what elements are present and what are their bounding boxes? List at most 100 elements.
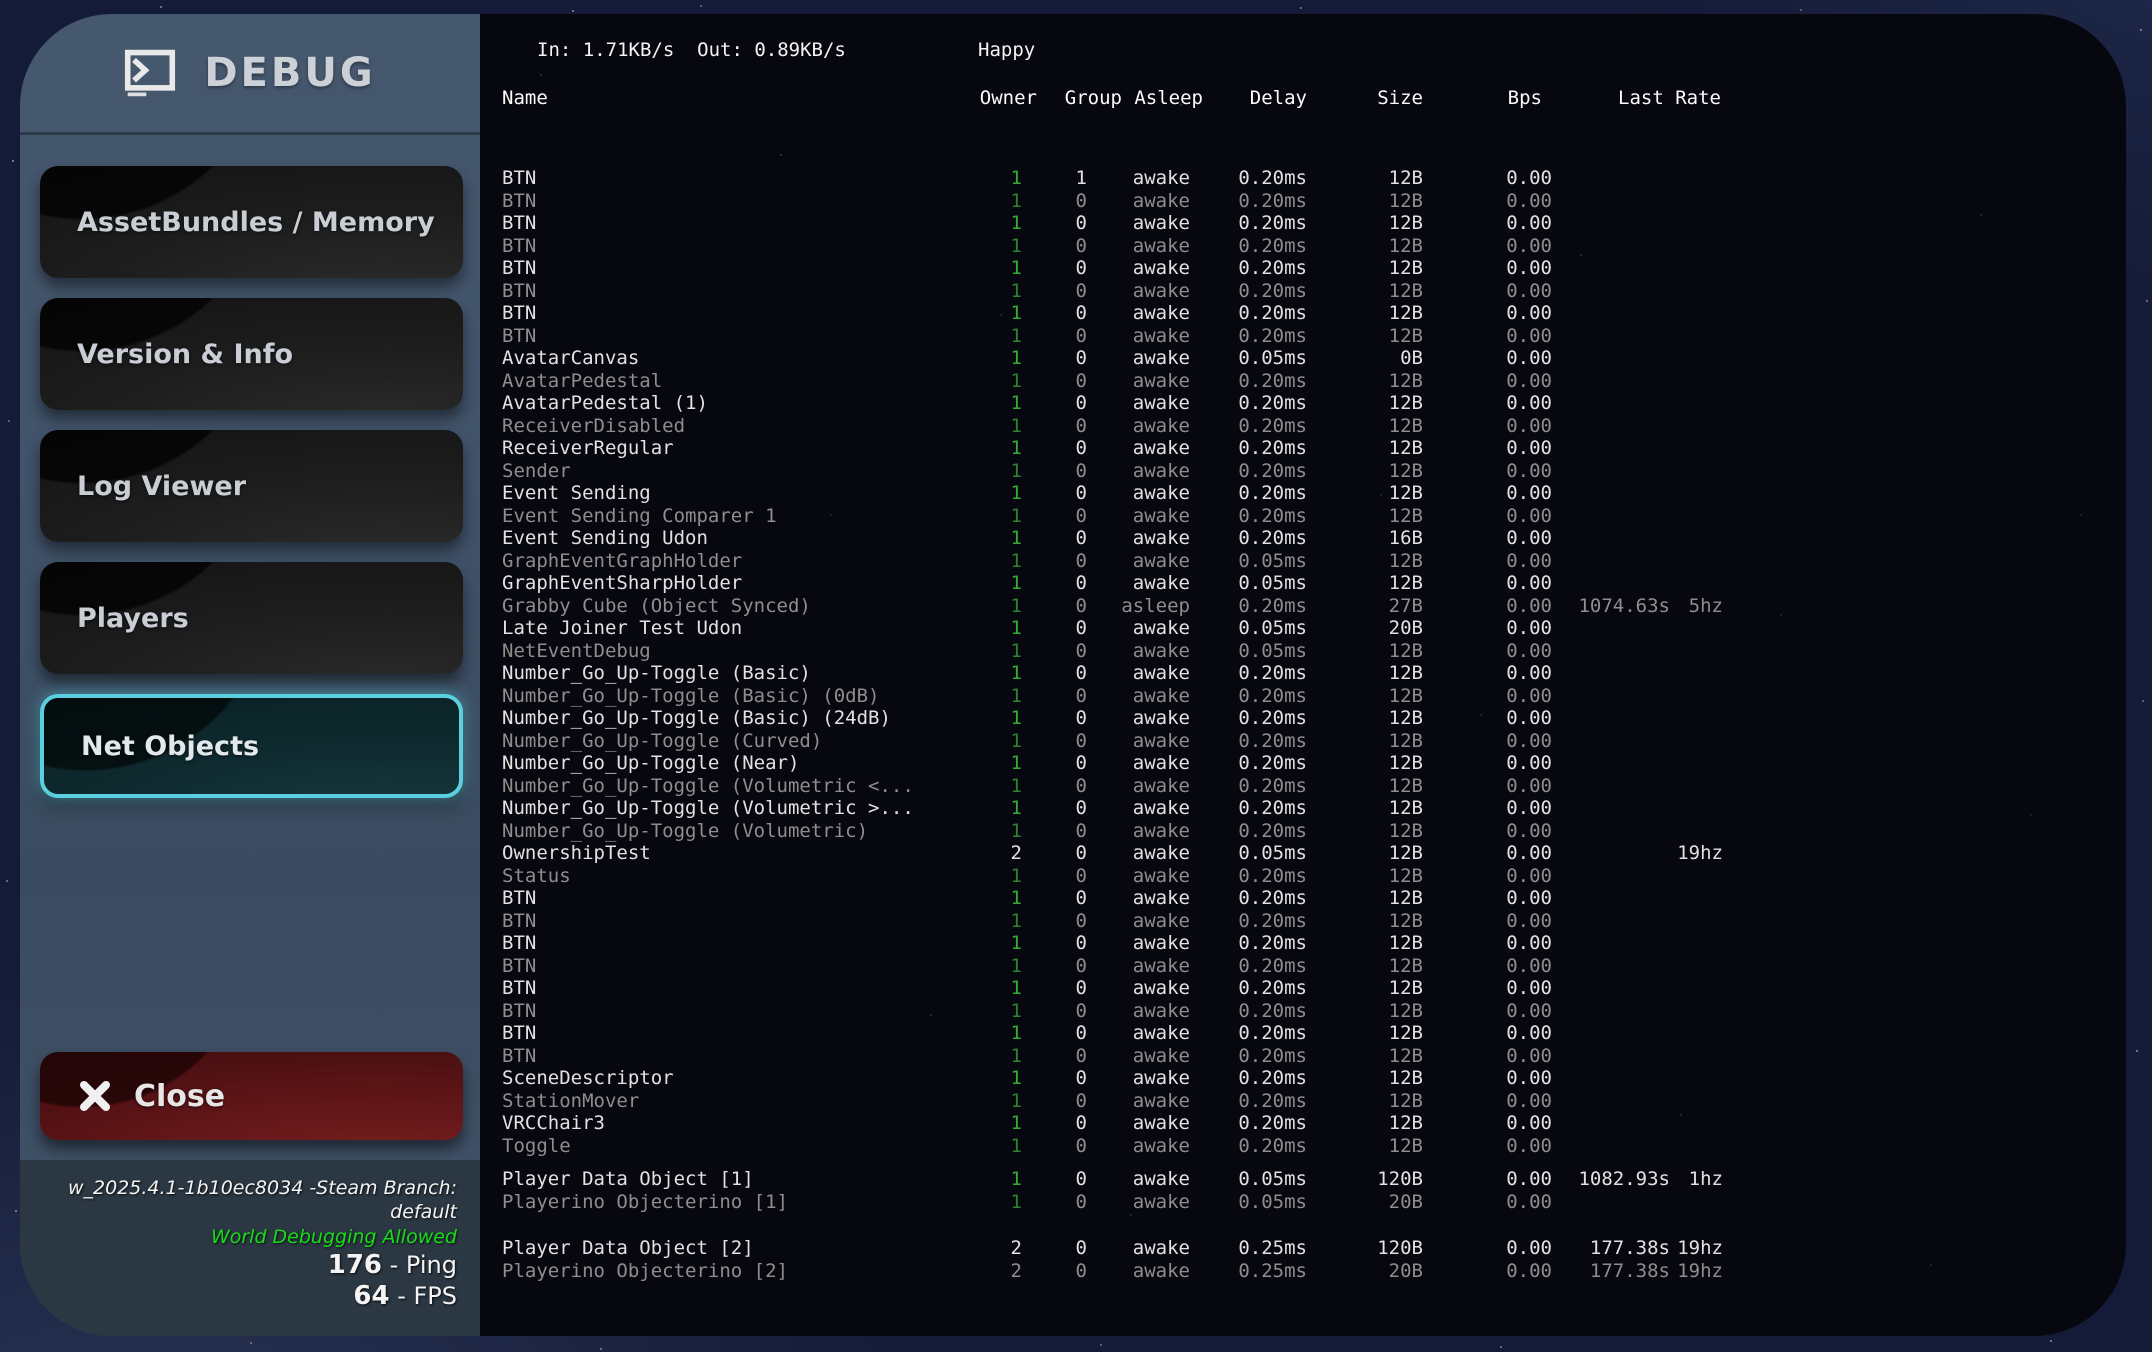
cell-name: BTN [502, 1000, 960, 1023]
sidebar-footer: w_2025.4.1-1b10ec8034 -Steam Branch: def… [20, 1160, 480, 1336]
cell-owner: 1 [960, 325, 1022, 348]
cell-delay: 0.20ms [1190, 752, 1307, 775]
cell-group: 0 [1022, 640, 1087, 663]
build-version-line1: w_2025.4.1-1b10ec8034 -Steam Branch: [20, 1176, 457, 1200]
cell-owner: 1 [960, 1168, 1022, 1191]
cell-bps: 0.00 [1423, 235, 1552, 258]
cell-owner: 1 [960, 775, 1022, 798]
cell-size: 12B [1307, 212, 1423, 235]
cell-bps: 0.00 [1423, 955, 1552, 978]
cell-asleep: awake [1087, 707, 1190, 730]
sidebar-item-log-viewer[interactable]: Log Viewer [40, 430, 463, 542]
cell-delay: 0.20ms [1190, 325, 1307, 348]
cell-name: VRCChair3 [502, 1112, 960, 1135]
cell-size: 12B [1307, 707, 1423, 730]
cell-name: Status [502, 865, 960, 888]
cell-name: SceneDescriptor [502, 1067, 960, 1090]
cell-owner: 2 [960, 1237, 1022, 1260]
cell-size: 12B [1307, 460, 1423, 483]
cell-last [1552, 865, 1670, 888]
table-row: Number_Go_Up-Toggle (Basic) (24dB)10awak… [502, 707, 1723, 730]
cell-bps: 0.00 [1423, 302, 1552, 325]
cell-owner: 1 [960, 865, 1022, 888]
sidebar-item-assetbundles-memory[interactable]: AssetBundles / Memory [40, 166, 463, 278]
cell-bps: 0.00 [1423, 460, 1552, 483]
cell-bps: 0.00 [1423, 1045, 1552, 1068]
cell-rate [1670, 932, 1723, 955]
cell-delay: 0.20ms [1190, 415, 1307, 438]
cell-size: 12B [1307, 955, 1423, 978]
cell-last: 177.38s [1552, 1260, 1670, 1283]
table-row: ReceiverRegular10awake0.20ms12B0.00 [502, 437, 1723, 460]
cell-name: BTN [502, 302, 960, 325]
cell-name: BTN [502, 190, 960, 213]
cell-last [1552, 775, 1670, 798]
cell-group: 0 [1022, 550, 1087, 573]
cell-owner: 1 [960, 887, 1022, 910]
cell-asleep: awake [1087, 1237, 1190, 1260]
cell-owner: 1 [960, 257, 1022, 280]
cell-owner: 1 [960, 505, 1022, 528]
cell-last [1552, 685, 1670, 708]
cell-owner: 1 [960, 235, 1022, 258]
cell-name: Number_Go_Up-Toggle (Basic) [502, 662, 960, 685]
cell-asleep: awake [1087, 212, 1190, 235]
cell-delay: 0.20ms [1190, 280, 1307, 303]
cell-owner: 1 [960, 415, 1022, 438]
sidebar-item-players[interactable]: Players [40, 562, 463, 674]
cell-rate [1670, 370, 1723, 393]
cell-owner: 1 [960, 1022, 1022, 1045]
cell-group: 0 [1022, 415, 1087, 438]
cell-group: 0 [1022, 595, 1087, 618]
cell-group: 0 [1022, 437, 1087, 460]
cell-last [1552, 887, 1670, 910]
table-row: Number_Go_Up-Toggle (Volumetric >...10aw… [502, 797, 1723, 820]
cell-last [1552, 617, 1670, 640]
cell-rate [1670, 302, 1723, 325]
cell-rate [1670, 212, 1723, 235]
sidebar: DEBUG AssetBundles / MemoryVersion & Inf… [20, 14, 480, 1336]
cell-asleep: awake [1087, 325, 1190, 348]
cell-size: 12B [1307, 1135, 1423, 1158]
cell-asleep: awake [1087, 1045, 1190, 1068]
cell-bps: 0.00 [1423, 280, 1552, 303]
close-button[interactable]: Close [40, 1052, 463, 1140]
cell-bps: 0.00 [1423, 595, 1552, 618]
cell-owner: 1 [960, 797, 1022, 820]
cell-size: 12B [1307, 977, 1423, 1000]
cell-delay: 0.20ms [1190, 257, 1307, 280]
cell-name: Sender [502, 460, 960, 483]
cell-last [1552, 797, 1670, 820]
cell-rate [1670, 977, 1723, 1000]
table-row: BTN10awake0.20ms12B0.00 [502, 235, 1723, 258]
cell-size: 27B [1307, 595, 1423, 618]
cell-group: 0 [1022, 302, 1087, 325]
cell-last [1552, 1067, 1670, 1090]
table-row: BTN11awake0.20ms12B0.00 [502, 167, 1723, 190]
cell-size: 12B [1307, 932, 1423, 955]
cell-size: 12B [1307, 887, 1423, 910]
cell-name: BTN [502, 932, 960, 955]
sidebar-item-version-info[interactable]: Version & Info [40, 298, 463, 410]
cell-bps: 0.00 [1423, 887, 1552, 910]
cell-size: 12B [1307, 1045, 1423, 1068]
table-row: Event Sending Udon10awake0.20ms16B0.00 [502, 527, 1723, 550]
table-row: AvatarPedestal10awake0.20ms12B0.00 [502, 370, 1723, 393]
cell-name: Event Sending [502, 482, 960, 505]
sidebar-item-net-objects[interactable]: Net Objects [40, 694, 463, 798]
cell-owner: 1 [960, 302, 1022, 325]
cell-asleep: awake [1087, 1135, 1190, 1158]
cell-group: 0 [1022, 1090, 1087, 1113]
cell-size: 12B [1307, 167, 1423, 190]
cell-name: Toggle [502, 1135, 960, 1158]
cell-bps: 0.00 [1423, 415, 1552, 438]
cell-bps: 0.00 [1423, 1260, 1552, 1283]
cell-size: 12B [1307, 190, 1423, 213]
cell-asleep: awake [1087, 685, 1190, 708]
cell-owner: 1 [960, 1000, 1022, 1023]
cell-bps: 0.00 [1423, 1168, 1552, 1191]
cell-name: GraphEventGraphHolder [502, 550, 960, 573]
cell-last [1552, 235, 1670, 258]
cell-size: 12B [1307, 775, 1423, 798]
cell-group: 0 [1022, 1260, 1087, 1283]
